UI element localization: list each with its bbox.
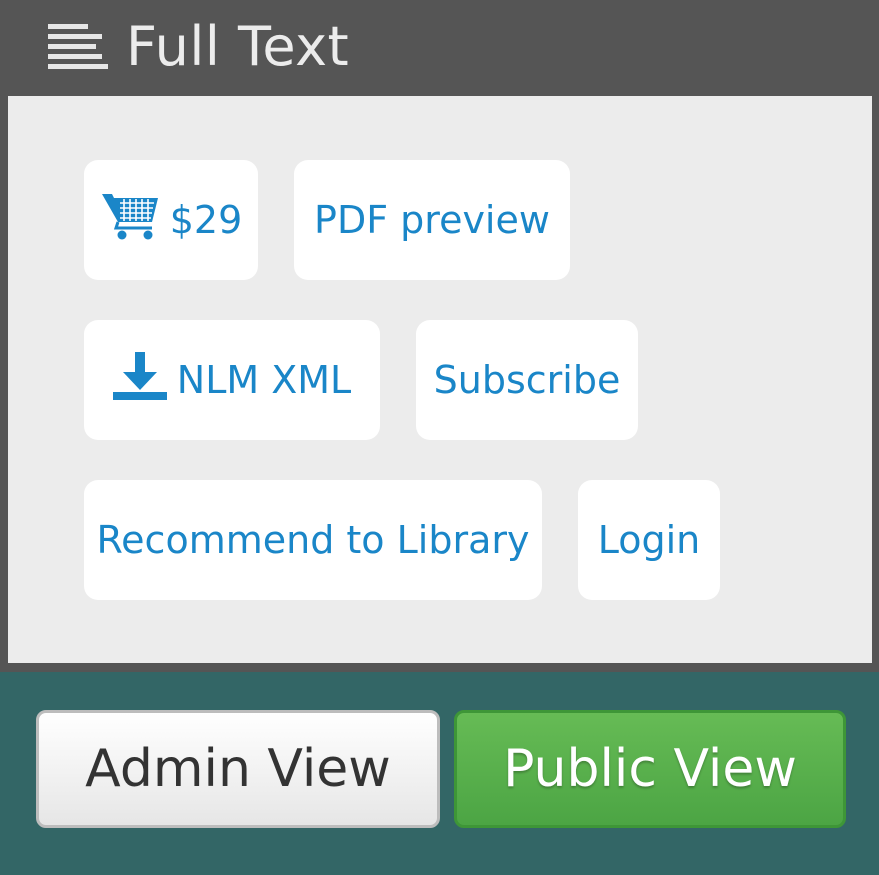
panel-header: Full Text [0,0,879,96]
admin-view-label: Admin View [85,739,391,799]
recommend-label: Recommend to Library [96,518,530,562]
panel-title: Full Text [126,15,350,78]
subscribe-label: Subscribe [433,358,621,402]
public-view-label: Public View [503,739,797,799]
price-label: $29 [169,198,243,242]
menu-lines-icon [48,20,108,74]
download-icon [112,351,167,409]
pdf-preview-label: PDF preview [314,198,550,242]
nlm-xml-download-button[interactable]: NLM XML [84,320,380,440]
login-label: Login [597,518,701,562]
shopping-cart-icon [100,190,160,251]
view-toggle-bar: Admin View Public View [0,672,879,875]
login-button[interactable]: Login [578,480,720,600]
recommend-to-library-button[interactable]: Recommend to Library [84,480,542,600]
full-text-panel: Full Text $29 PDF preview NLM XML Subscr… [0,0,879,672]
pdf-preview-button[interactable]: PDF preview [294,160,570,280]
admin-view-button[interactable]: Admin View [36,710,440,828]
nlm-xml-label: NLM XML [176,358,352,402]
public-view-button[interactable]: Public View [454,710,846,828]
buy-button[interactable]: $29 [84,160,258,280]
subscribe-button[interactable]: Subscribe [416,320,638,440]
panel-body: $29 PDF preview NLM XML Subscribe Recomm… [8,96,872,663]
